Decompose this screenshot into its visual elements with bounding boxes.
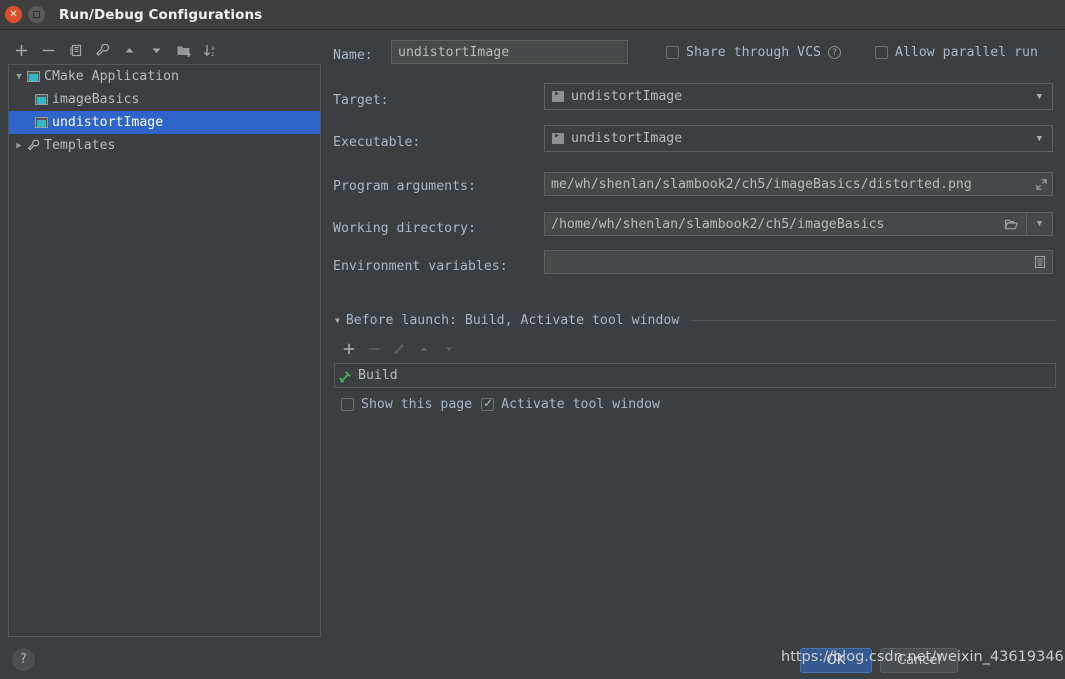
- before-launch-title: Before launch: Build, Activate tool wind…: [345, 313, 680, 328]
- program-arguments-label-wrap: Program arguments:: [333, 175, 476, 194]
- arrow-up-icon: [411, 338, 436, 360]
- list-icon[interactable]: [1030, 255, 1050, 269]
- name-input-value: undistortImage: [398, 44, 510, 60]
- program-arguments-value: me/wh/shenlan/slambook2/ch5/imageBasics/…: [551, 176, 972, 192]
- tree-node-imagebasics[interactable]: imageBasics: [9, 88, 320, 111]
- title-bar: ✕ Run/Debug Configurations: [0, 0, 1065, 30]
- activate-tool-window-checkbox-box[interactable]: [481, 396, 495, 411]
- configuration-icon: [35, 117, 48, 128]
- tree-node-label: Templates: [44, 138, 116, 153]
- ok-button[interactable]: OK: [800, 648, 872, 673]
- activate-tool-window-checkbox[interactable]: Activate tool window: [481, 396, 660, 412]
- minus-icon: [361, 338, 386, 360]
- plus-icon[interactable]: [8, 39, 35, 61]
- tree-node-label: undistortImage: [52, 115, 164, 130]
- before-launch-divider: [691, 320, 1057, 321]
- expand-icon[interactable]: [1032, 178, 1050, 191]
- tree-node-cmake-application[interactable]: ▼ CMake Application: [9, 65, 320, 88]
- arrow-up-icon[interactable]: [116, 39, 143, 61]
- executable-icon: [552, 88, 564, 102]
- environment-variables-label: Environment variables:: [333, 259, 508, 274]
- working-directory-label-wrap: Working directory:: [333, 217, 476, 236]
- arrow-down-icon[interactable]: [143, 39, 170, 61]
- svg-text:z: z: [211, 51, 215, 58]
- tree-node-templates[interactable]: ▶ Templates: [9, 134, 320, 157]
- show-this-page-checkbox-box[interactable]: [341, 398, 354, 411]
- executable-icon: [552, 130, 564, 144]
- share-vcs-label: Share through VCS: [686, 45, 821, 60]
- run-debug-configurations-dialog: ✕ Run/Debug Configurations a z ▼ CMake A…: [0, 0, 1065, 679]
- wrench-icon: [27, 139, 40, 152]
- name-label-wrap: Name:: [333, 44, 373, 63]
- copy-icon[interactable]: [62, 39, 89, 61]
- allow-parallel-run-label: Allow parallel run: [895, 45, 1038, 60]
- pencil-icon: [386, 338, 411, 360]
- help-button[interactable]: ?: [12, 648, 35, 671]
- build-hammer-icon: [339, 369, 353, 383]
- share-vcs-checkbox[interactable]: Share through VCS ?: [666, 45, 841, 60]
- chevron-down-icon[interactable]: ▼: [1026, 213, 1052, 235]
- tree-node-label: CMake Application: [44, 69, 179, 84]
- tree-node-undistortimage[interactable]: undistortImage: [9, 111, 320, 134]
- allow-parallel-run-checkbox[interactable]: Allow parallel run: [875, 45, 1038, 60]
- help-icon[interactable]: ?: [827, 46, 841, 59]
- show-this-page-checkbox[interactable]: Show this page: [341, 397, 472, 412]
- before-launch-options: Show this page Activate tool window: [341, 396, 660, 412]
- maximize-icon[interactable]: [28, 6, 45, 23]
- folder-icon[interactable]: [996, 213, 1026, 235]
- plus-icon[interactable]: [336, 338, 361, 360]
- executable-label-wrap: Executable:: [333, 131, 420, 150]
- before-launch-toolbar: [336, 338, 461, 360]
- twisty-icon[interactable]: ▼: [11, 72, 27, 82]
- configuration-icon: [35, 94, 48, 105]
- program-arguments-input[interactable]: me/wh/shenlan/slambook2/ch5/imageBasics/…: [544, 172, 1053, 196]
- chevron-down-icon[interactable]: ▼: [1037, 92, 1048, 102]
- target-value: undistortImage: [571, 89, 683, 104]
- environment-variables-input[interactable]: [544, 250, 1053, 274]
- target-label-wrap: Target:: [333, 89, 389, 108]
- share-vcs-checkbox-box[interactable]: [666, 46, 679, 59]
- sort-az-icon[interactable]: a z: [197, 39, 224, 61]
- executable-value: undistortImage: [571, 131, 683, 146]
- working-directory-input[interactable]: /home/wh/shenlan/slambook2/ch5/imageBasi…: [544, 212, 1053, 236]
- before-launch-task-name: Build: [358, 368, 398, 383]
- before-launch-header[interactable]: ▼ Before launch: Build, Activate tool wi…: [335, 313, 1057, 328]
- executable-combobox[interactable]: undistortImage ▼: [544, 125, 1053, 152]
- target-label: Target:: [333, 93, 389, 108]
- minus-icon[interactable]: [35, 39, 62, 61]
- wrench-icon[interactable]: [89, 39, 116, 61]
- twisty-icon[interactable]: ▶: [11, 141, 27, 151]
- allow-parallel-run-checkbox-box[interactable]: [875, 46, 888, 59]
- folder-add-icon[interactable]: [170, 39, 197, 61]
- window-title: Run/Debug Configurations: [59, 6, 263, 23]
- close-icon[interactable]: ✕: [5, 6, 22, 23]
- name-input[interactable]: undistortImage: [391, 40, 628, 64]
- arrow-down-icon: [436, 338, 461, 360]
- configuration-tree[interactable]: ▼ CMake Application imageBasics undistor…: [8, 64, 321, 637]
- cancel-button[interactable]: Cancel: [880, 648, 958, 673]
- tree-node-label: imageBasics: [52, 92, 140, 107]
- configuration-tree-toolbar: a z: [8, 38, 318, 62]
- program-arguments-label: Program arguments:: [333, 179, 476, 194]
- working-directory-label: Working directory:: [333, 221, 476, 236]
- activate-tool-window-label: Activate tool window: [501, 397, 660, 412]
- executable-label: Executable:: [333, 135, 421, 150]
- before-launch-task-list[interactable]: Build: [334, 363, 1056, 388]
- environment-variables-label-wrap: Environment variables:: [333, 255, 508, 274]
- name-label: Name:: [333, 48, 373, 63]
- target-combobox[interactable]: undistortImage ▼: [544, 83, 1053, 110]
- show-this-page-label: Show this page: [361, 397, 473, 412]
- working-directory-value: /home/wh/shenlan/slambook2/ch5/imageBasi…: [551, 216, 885, 232]
- chevron-down-icon[interactable]: ▼: [1037, 134, 1048, 144]
- twisty-icon[interactable]: ▼: [335, 316, 340, 325]
- configuration-icon: [27, 71, 40, 82]
